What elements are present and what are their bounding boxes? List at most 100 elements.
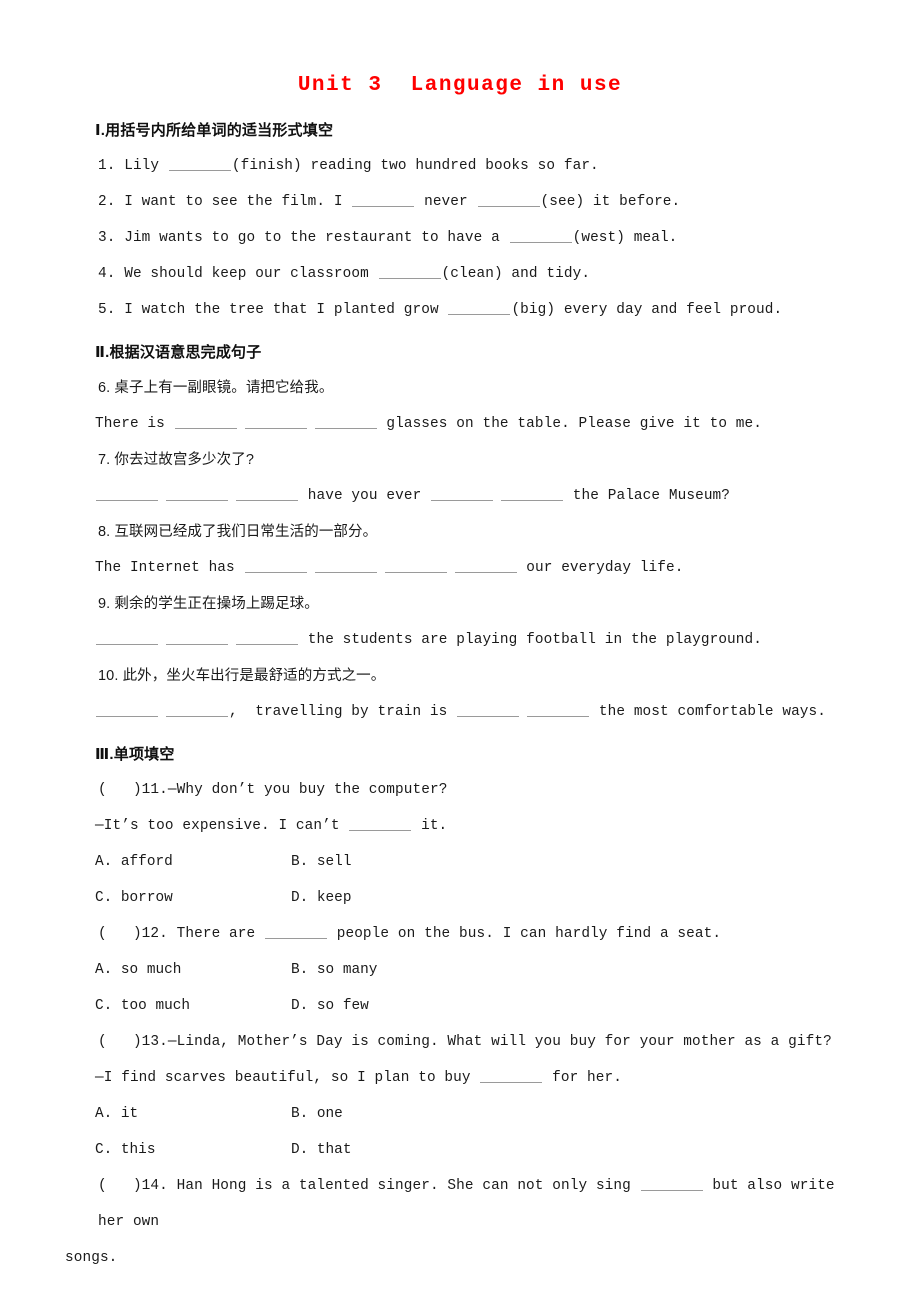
question-item-10-answer: , travelling by train is the most comfor… bbox=[95, 694, 860, 730]
section-heading-3: Ⅲ.单项填空 bbox=[95, 746, 175, 763]
question-10-text-comma: , travelling by train is bbox=[229, 704, 457, 720]
blank-field-13-1[interactable] bbox=[480, 1067, 543, 1083]
question-4-text-post: (clean) and tidy. bbox=[441, 266, 591, 282]
blank-field-8-4[interactable] bbox=[454, 557, 517, 573]
section-heading-1: Ⅰ.用括号内所给单词的适当形式填空 bbox=[95, 122, 334, 139]
question-item-11-answer: —It’s too expensive. I can’t it. bbox=[95, 808, 860, 844]
option-row-13-cd: C. this D. that bbox=[95, 1132, 860, 1168]
question-13-text-post: for her. bbox=[543, 1070, 622, 1086]
question-item-4: 4. We should keep our classroom (clean) … bbox=[95, 256, 860, 292]
question-13-text-pre: —I find scarves beautiful, so I plan to … bbox=[95, 1070, 480, 1086]
blank-field-7-1[interactable] bbox=[96, 485, 158, 501]
question-3-text-post: (west) meal. bbox=[572, 230, 678, 246]
blank-field-4-1[interactable] bbox=[378, 263, 441, 279]
blank-field-8-1[interactable] bbox=[244, 557, 307, 573]
blank-field-3-1[interactable] bbox=[509, 227, 572, 243]
option-11-b[interactable]: B. sell bbox=[291, 844, 860, 880]
question-8-text-pre: The Internet has bbox=[95, 560, 244, 576]
blank-field-1-1[interactable] bbox=[168, 155, 231, 171]
blank-field-9-1[interactable] bbox=[96, 629, 158, 645]
option-12-a[interactable]: A. so much bbox=[95, 952, 291, 988]
question-item-7-answer: have you ever the Palace Museum? bbox=[95, 478, 860, 514]
blank-field-2-2[interactable] bbox=[477, 191, 540, 207]
question-item-1: 1. Lily (finish) reading two hundred boo… bbox=[95, 148, 860, 184]
question-6-text-post: glasses on the table. Please give it to … bbox=[377, 416, 762, 432]
option-row-12-cd: C. too much D. so few bbox=[95, 988, 860, 1024]
option-12-d[interactable]: D. so few bbox=[291, 988, 860, 1024]
question-item-13-stem: ( )13.—Linda, Mother’s Day is coming. Wh… bbox=[98, 1034, 832, 1050]
blank-field-2-1[interactable] bbox=[352, 191, 415, 207]
question-item-5: 5. I watch the tree that I planted grow … bbox=[95, 292, 860, 328]
question-14-text-pre: ( )14. Han Hong is a talented singer. Sh… bbox=[98, 1178, 640, 1194]
option-12-c[interactable]: C. too much bbox=[95, 988, 291, 1024]
question-item-8-answer: The Internet has our everyday life. bbox=[95, 550, 860, 586]
option-13-a[interactable]: A. it bbox=[95, 1096, 291, 1132]
blank-field-12-1[interactable] bbox=[264, 923, 327, 939]
blank-field-7-3[interactable] bbox=[236, 485, 298, 501]
question-6-text-pre: There is bbox=[95, 416, 174, 432]
blank-field-6-1[interactable] bbox=[174, 413, 237, 429]
option-13-d[interactable]: D. that bbox=[291, 1132, 860, 1168]
option-11-d[interactable]: D. keep bbox=[291, 880, 860, 916]
blank-field-8-3[interactable] bbox=[384, 557, 447, 573]
question-item-7-chinese: 7. 你去过故宫多少次了? bbox=[98, 452, 254, 468]
worksheet-page: Unit 3 Language in use Ⅰ.用括号内所给单词的适当形式填空… bbox=[0, 0, 920, 1302]
option-row-13-ab: A. it B. one bbox=[95, 1096, 860, 1132]
question-12-text-post: people on the bus. I can hardly find a s… bbox=[327, 926, 722, 942]
option-11-c[interactable]: C. borrow bbox=[95, 880, 291, 916]
question-item-2: 2. I want to see the film. I never (see)… bbox=[95, 184, 860, 220]
blank-field-10-4[interactable] bbox=[527, 701, 590, 717]
blank-field-10-3[interactable] bbox=[457, 701, 520, 717]
blank-field-6-3[interactable] bbox=[314, 413, 377, 429]
question-1-text-post: (finish) reading two hundred books so fa… bbox=[231, 158, 599, 174]
question-7-text-post: the Palace Museum? bbox=[564, 488, 731, 504]
blank-field-7-2[interactable] bbox=[166, 485, 228, 501]
option-13-c[interactable]: C. this bbox=[95, 1132, 291, 1168]
question-4-text-pre: 4. We should keep our classroom bbox=[98, 266, 378, 282]
option-13-b[interactable]: B. one bbox=[291, 1096, 860, 1132]
section-heading-2: Ⅱ.根据汉语意思完成句子 bbox=[95, 344, 262, 361]
question-item-6-chinese: 6. 桌子上有一副眼镜。请把它给我。 bbox=[98, 380, 334, 396]
option-11-a[interactable]: A. afford bbox=[95, 844, 291, 880]
question-item-12-stem: ( )12. There are people on the bus. I ca… bbox=[95, 916, 860, 952]
question-11-text-pre: —It’s too expensive. I can’t bbox=[95, 818, 349, 834]
question-2-text-pre: 2. I want to see the film. I bbox=[98, 194, 352, 210]
blank-field-6-2[interactable] bbox=[244, 413, 307, 429]
option-row-12-ab: A. so much B. so many bbox=[95, 952, 860, 988]
blank-field-10-1[interactable] bbox=[96, 701, 158, 717]
question-item-3: 3. Jim wants to go to the restaurant to … bbox=[95, 220, 860, 256]
question-item-10-chinese: 10. 此外，坐火车出行是最舒适的方式之一。 bbox=[98, 668, 386, 684]
blank-field-14-1[interactable] bbox=[640, 1175, 703, 1191]
question-item-8-chinese: 8. 互联网已经成了我们日常生活的一部分。 bbox=[98, 524, 378, 540]
question-8-text-post: our everyday life. bbox=[517, 560, 684, 576]
blank-field-9-3[interactable] bbox=[236, 629, 298, 645]
question-1-text-pre: 1. Lily bbox=[98, 158, 168, 174]
question-item-14-stem: ( )14. Han Hong is a talented singer. Sh… bbox=[95, 1168, 860, 1240]
question-5-text-post: (big) every day and feel proud. bbox=[511, 302, 783, 318]
blank-field-10-2[interactable] bbox=[166, 701, 228, 717]
blank-field-11-1[interactable] bbox=[349, 815, 412, 831]
question-10-text-post: the most comfortable ways. bbox=[590, 704, 827, 720]
blank-field-7-4[interactable] bbox=[431, 485, 494, 501]
page-title: Unit 3 Language in use bbox=[297, 74, 623, 97]
question-item-11-stem: ( )11.—Why don’t you buy the computer? bbox=[98, 782, 448, 798]
blank-field-5-1[interactable] bbox=[448, 299, 511, 315]
question-item-9-answer: the students are playing football in the… bbox=[95, 622, 860, 658]
question-9-text-post: the students are playing football in the… bbox=[299, 632, 762, 648]
question-11-text-post: it. bbox=[412, 818, 448, 834]
question-12-text-pre: ( )12. There are bbox=[98, 926, 264, 942]
question-5-text-pre: 5. I watch the tree that I planted grow bbox=[98, 302, 448, 318]
blank-field-9-2[interactable] bbox=[166, 629, 228, 645]
question-item-9-chinese: 9. 剩余的学生正在操场上踢足球。 bbox=[98, 596, 319, 612]
question-item-13-answer: —I find scarves beautiful, so I plan to … bbox=[95, 1060, 860, 1096]
question-7-text-mid: have you ever bbox=[299, 488, 431, 504]
option-row-11-ab: A. afford B. sell bbox=[95, 844, 860, 880]
question-3-text-pre: 3. Jim wants to go to the restaurant to … bbox=[98, 230, 509, 246]
blank-field-7-5[interactable] bbox=[501, 485, 564, 501]
option-12-b[interactable]: B. so many bbox=[291, 952, 860, 988]
question-item-6-answer: There is glasses on the table. Please gi… bbox=[95, 406, 860, 442]
question-item-14-stem-continued: songs. bbox=[65, 1250, 118, 1266]
blank-field-8-2[interactable] bbox=[314, 557, 377, 573]
option-row-11-cd: C. borrow D. keep bbox=[95, 880, 860, 916]
question-2-text-mid: never bbox=[415, 194, 477, 210]
